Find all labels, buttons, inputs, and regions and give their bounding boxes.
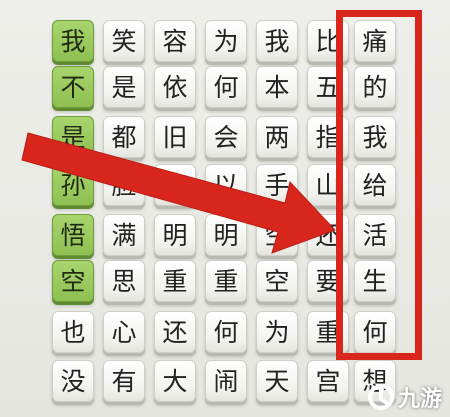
- char-tile[interactable]: 宫: [307, 360, 349, 402]
- char-tile[interactable]: 为: [256, 311, 298, 353]
- char-tile[interactable]: 满: [103, 214, 145, 256]
- char-tile[interactable]: 山: [307, 164, 349, 206]
- char-tile[interactable]: 何: [354, 311, 396, 353]
- char-tile[interactable]: 没: [52, 360, 94, 402]
- char-tile[interactable]: 明: [154, 214, 196, 256]
- char-tile[interactable]: 手: [256, 164, 298, 206]
- char-tile[interactable]: 想: [354, 360, 396, 402]
- char-tile[interactable]: 给: [354, 164, 396, 206]
- char-tile[interactable]: 痛: [354, 20, 396, 62]
- char-tile[interactable]: 何: [205, 66, 247, 108]
- char-tile[interactable]: 明: [205, 214, 247, 256]
- char-tile[interactable]: 重: [205, 260, 247, 302]
- char-tile[interactable]: 生: [354, 260, 396, 302]
- char-tile[interactable]: 还: [154, 311, 196, 353]
- char-tile[interactable]: 也: [52, 311, 94, 353]
- char-tile[interactable]: 重: [154, 260, 196, 302]
- character-grid: 我笑容为我比痛不是依何本五的是都旧会两指我孙脸痛以手山给悟满明明空还活空思重重空…: [0, 0, 450, 417]
- char-tile[interactable]: 旧: [154, 116, 196, 158]
- char-tile[interactable]: 闹: [205, 360, 247, 402]
- char-tile[interactable]: 何: [205, 311, 247, 353]
- char-tile[interactable]: 的: [354, 66, 396, 108]
- char-tile[interactable]: 本: [256, 66, 298, 108]
- char-tile[interactable]: 以: [205, 164, 247, 206]
- char-tile[interactable]: 我: [354, 116, 396, 158]
- char-tile[interactable]: 悟: [52, 214, 94, 256]
- char-tile[interactable]: 要: [307, 260, 349, 302]
- char-tile[interactable]: 有: [103, 360, 145, 402]
- char-tile[interactable]: 指: [307, 116, 349, 158]
- char-tile[interactable]: 我: [52, 20, 94, 62]
- char-tile[interactable]: 为: [205, 20, 247, 62]
- char-tile[interactable]: 是: [103, 66, 145, 108]
- char-tile[interactable]: 痛: [154, 164, 196, 206]
- char-tile[interactable]: 依: [154, 66, 196, 108]
- char-tile[interactable]: 天: [256, 360, 298, 402]
- char-tile[interactable]: 容: [154, 20, 196, 62]
- char-tile[interactable]: 笑: [103, 20, 145, 62]
- char-tile[interactable]: 孙: [52, 164, 94, 206]
- char-tile[interactable]: 思: [103, 260, 145, 302]
- char-tile[interactable]: 都: [103, 116, 145, 158]
- char-tile[interactable]: 两: [256, 116, 298, 158]
- char-tile[interactable]: 空: [256, 214, 298, 256]
- char-tile[interactable]: 比: [307, 20, 349, 62]
- char-tile[interactable]: 活: [354, 214, 396, 256]
- char-tile[interactable]: 空: [256, 260, 298, 302]
- char-tile[interactable]: 会: [205, 116, 247, 158]
- char-tile[interactable]: 还: [307, 214, 349, 256]
- char-tile[interactable]: 不: [52, 66, 94, 108]
- char-tile[interactable]: 心: [103, 311, 145, 353]
- char-tile[interactable]: 五: [307, 66, 349, 108]
- char-tile[interactable]: 重: [307, 311, 349, 353]
- char-tile[interactable]: 空: [52, 260, 94, 302]
- char-tile[interactable]: 大: [154, 360, 196, 402]
- char-tile[interactable]: 脸: [103, 164, 145, 206]
- char-tile[interactable]: 我: [256, 20, 298, 62]
- char-tile[interactable]: 是: [52, 116, 94, 158]
